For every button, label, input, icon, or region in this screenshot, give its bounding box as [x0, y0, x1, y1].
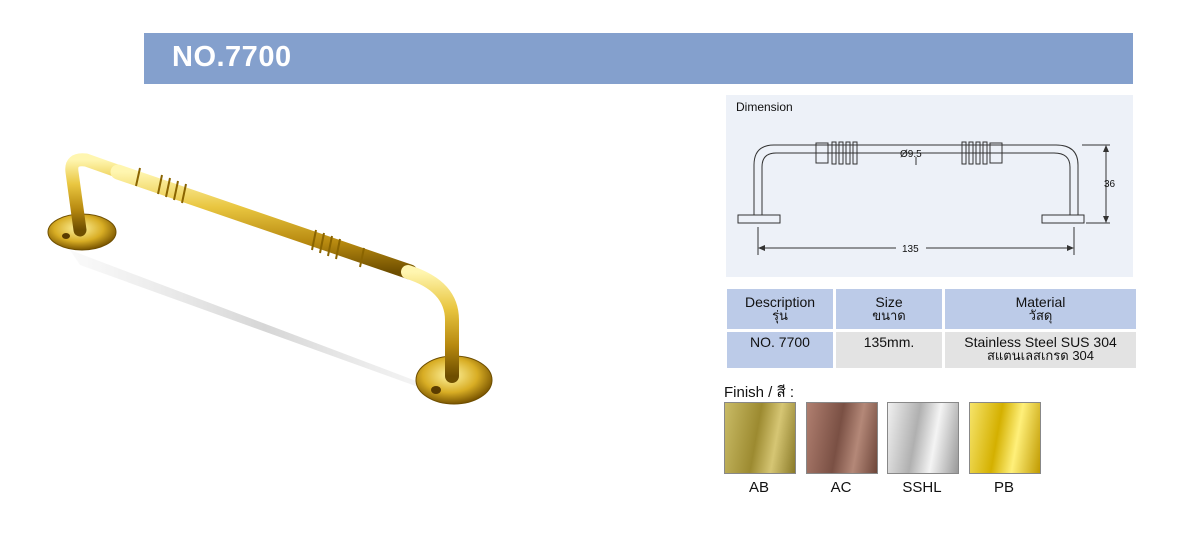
height-label: 36 [1104, 179, 1116, 190]
swatch-label-pb: PB [993, 479, 1014, 496]
header-description: Description รุ่น [727, 289, 833, 329]
finish-title: Finish / สี : [724, 384, 795, 401]
page-title: NO.7700 [172, 41, 292, 73]
cell-material: Stainless Steel SUS 304 สแตนเลสเกรด 304 [945, 332, 1136, 368]
swatch-pb [969, 402, 1041, 474]
product-photo [47, 153, 493, 405]
swatch-sshl [887, 402, 959, 474]
spec-header-row: Description รุ่น Size ขนาด Material วัสด… [727, 289, 1136, 329]
swatch-label-sshl: SSHL [902, 479, 942, 496]
header-size: Size ขนาด [836, 289, 942, 329]
swatch-ac [806, 402, 878, 474]
swatch-label-ab: AB [748, 479, 769, 496]
cell-description: NO. 7700 [727, 332, 833, 368]
table-row: NO. 7700 135mm. Stainless Steel SUS 304 … [727, 332, 1136, 368]
cell-size: 135mm. [836, 332, 942, 368]
swatch-ab [724, 402, 796, 474]
title-bar: NO.7700 [144, 33, 1133, 84]
diameter-label: Ø9.5 [900, 149, 922, 160]
swatch-label-ac: AC [830, 479, 852, 496]
length-label: 135 [902, 244, 919, 255]
dimension-diagram: Dimension Ø9.5 36 135 [726, 95, 1133, 277]
spec-table: Description รุ่น Size ขนาด Material วัสด… [724, 286, 1139, 371]
dimension-drawing: Ø9.5 36 135 [737, 141, 1116, 255]
header-material: Material วัสดุ [945, 289, 1136, 329]
